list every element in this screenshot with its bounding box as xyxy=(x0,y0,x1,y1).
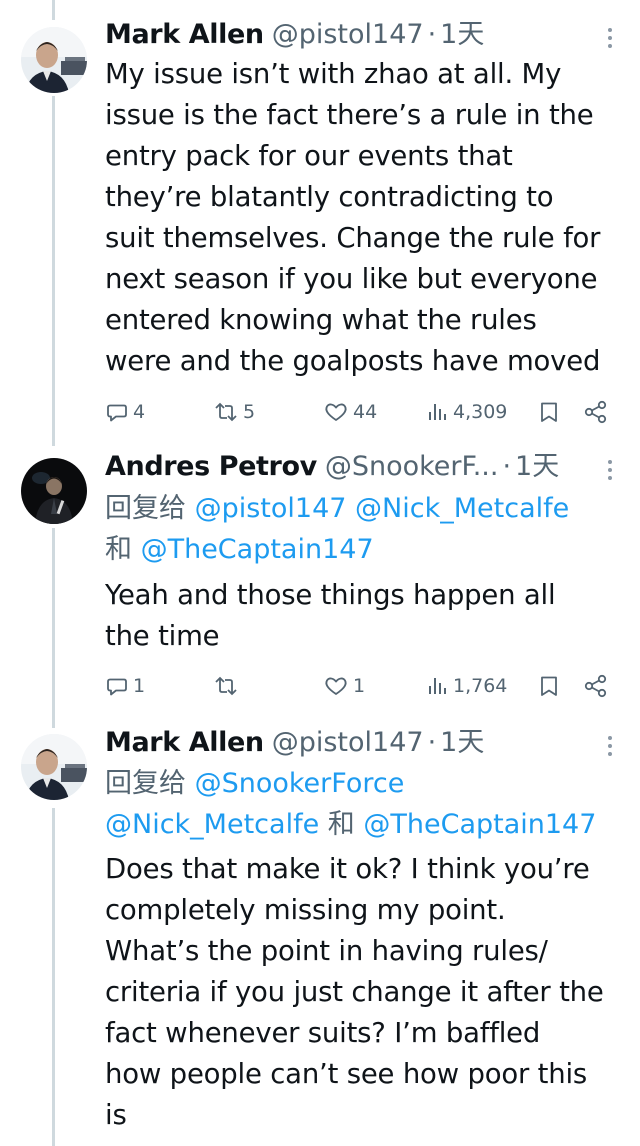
avatar[interactable] xyxy=(21,27,87,93)
mention-link[interactable]: @SnookerForce xyxy=(195,768,405,799)
text-line: how people can’t see how poor this xyxy=(105,1058,588,1090)
avatar[interactable] xyxy=(21,734,87,800)
text-line: next season if you like but everyone xyxy=(105,263,598,295)
share-button[interactable] xyxy=(583,397,609,427)
bookmark-icon xyxy=(541,676,557,696)
text-line: they’re blatantly contradicting to xyxy=(105,181,554,213)
views-button[interactable]: 1,764 xyxy=(427,671,507,701)
reply-button[interactable]: 4 xyxy=(105,397,145,427)
text-line: were and the goalposts have moved xyxy=(105,345,601,377)
reply-icon xyxy=(107,678,127,696)
tweet-1[interactable]: Mark Allen @pistol147 · 1天 My issue isn’… xyxy=(0,0,640,440)
separator-dot: · xyxy=(502,451,512,482)
tweet-2[interactable]: Andres Petrov @SnookerF... · 1天 回复给 @pis… xyxy=(0,440,640,720)
text-line: the time xyxy=(105,620,220,652)
mention-link[interactable]: @Nick_Metcalfe xyxy=(355,493,569,524)
separator-dot: · xyxy=(427,19,437,50)
retweet-icon xyxy=(215,676,237,696)
separator-dot: · xyxy=(427,727,437,758)
like-icon xyxy=(325,403,347,421)
share-icon xyxy=(584,674,607,698)
reply-button[interactable]: 1 xyxy=(105,671,145,701)
reply-count: 1 xyxy=(133,675,146,697)
tweet-header: Mark Allen @pistol147 · 1天 xyxy=(105,15,600,55)
retweet-button[interactable]: 5 xyxy=(213,397,255,427)
text-line: fact whenever suits? I’m baffled xyxy=(105,1017,541,1049)
text-line: Yeah and those things happen all xyxy=(105,579,556,611)
like-button[interactable]: 44 xyxy=(323,397,377,427)
tweet-text: Yeah and those things happen all the tim… xyxy=(105,575,622,657)
reply-context: 回复给 @SnookerForce @Nick_Metcalfe 和 @TheC… xyxy=(105,763,630,845)
bookmark-icon xyxy=(541,402,557,422)
text-line: entered knowing what the rules xyxy=(105,304,537,336)
action-bar: 4 5 44 4,309 xyxy=(105,397,620,427)
mention-link[interactable]: @TheCaptain147 xyxy=(363,809,596,840)
views-button[interactable]: 4,309 xyxy=(427,397,507,427)
mention-link[interactable]: @pistol147 xyxy=(195,493,347,524)
text-line: criteria if you just change it after the xyxy=(105,976,604,1008)
action-bar: 1 1 1,764 xyxy=(105,671,620,701)
like-count: 1 xyxy=(353,675,366,697)
views-count: 4,309 xyxy=(453,401,508,423)
more-icon[interactable] xyxy=(600,23,620,53)
reply-and: 和 xyxy=(327,809,355,840)
reply-and: 和 xyxy=(105,534,132,565)
author-handle[interactable]: @pistol147 xyxy=(272,15,424,55)
reply-count: 4 xyxy=(133,401,146,423)
tweet-text: Does that make it ok? I think you’re com… xyxy=(105,849,622,1136)
like-button[interactable]: 1 xyxy=(323,671,365,701)
views-icon xyxy=(429,678,446,694)
text-line: What’s the point in having rules/ xyxy=(105,935,548,967)
share-icon xyxy=(584,400,607,424)
author-name[interactable]: Mark Allen xyxy=(105,15,264,55)
reply-prefix: 回复给 xyxy=(105,493,186,524)
author-handle[interactable]: @pistol147 xyxy=(272,723,424,763)
avatar[interactable] xyxy=(21,458,87,524)
mention-link[interactable]: @TheCaptain147 xyxy=(141,534,374,565)
timestamp[interactable]: 1天 xyxy=(440,723,484,763)
retweet-icon xyxy=(215,402,237,422)
mention-link[interactable]: @Nick_Metcalfe xyxy=(105,809,319,840)
text-line: Does that make it ok? I think you’re xyxy=(105,853,590,885)
author-name[interactable]: Mark Allen xyxy=(105,723,264,763)
more-icon[interactable] xyxy=(600,731,620,761)
retweet-button[interactable] xyxy=(213,671,243,701)
like-count: 44 xyxy=(353,401,378,423)
timestamp[interactable]: 1天 xyxy=(440,15,484,55)
text-line: My issue isn’t with zhao at all. My xyxy=(105,58,562,90)
like-icon xyxy=(325,677,347,695)
author-name[interactable]: Andres Petrov xyxy=(105,447,317,487)
author-handle[interactable]: @SnookerF... xyxy=(325,447,499,487)
text-line: suit themselves. Change the rule for xyxy=(105,222,601,254)
bookmark-button[interactable] xyxy=(537,671,561,701)
more-icon[interactable] xyxy=(600,455,620,485)
tweet-3[interactable]: Mark Allen @pistol147 · 1天 回复给 @SnookerF… xyxy=(0,720,640,1146)
reply-prefix: 回复给 xyxy=(105,768,186,799)
tweet-header: Mark Allen @pistol147 · 1天 xyxy=(105,723,600,763)
text-line: issue is the fact there’s a rule in the xyxy=(105,99,594,131)
views-count: 1,764 xyxy=(453,675,508,697)
text-line: entry pack for our events that xyxy=(105,140,513,172)
reply-icon xyxy=(107,404,127,422)
reply-context: 回复给 @pistol147 @Nick_Metcalfe 和 @TheCapt… xyxy=(105,488,630,570)
retweet-count: 5 xyxy=(243,401,256,423)
text-line: completely missing my point. xyxy=(105,894,506,926)
tweet-text: My issue isn’t with zhao at all. My issu… xyxy=(105,54,622,382)
share-button[interactable] xyxy=(583,671,609,701)
views-icon xyxy=(429,404,446,420)
tweet-header: Andres Petrov @SnookerF... · 1天 xyxy=(105,447,600,487)
bookmark-button[interactable] xyxy=(537,397,561,427)
timestamp[interactable]: 1天 xyxy=(515,447,559,487)
text-line: is xyxy=(105,1099,127,1131)
